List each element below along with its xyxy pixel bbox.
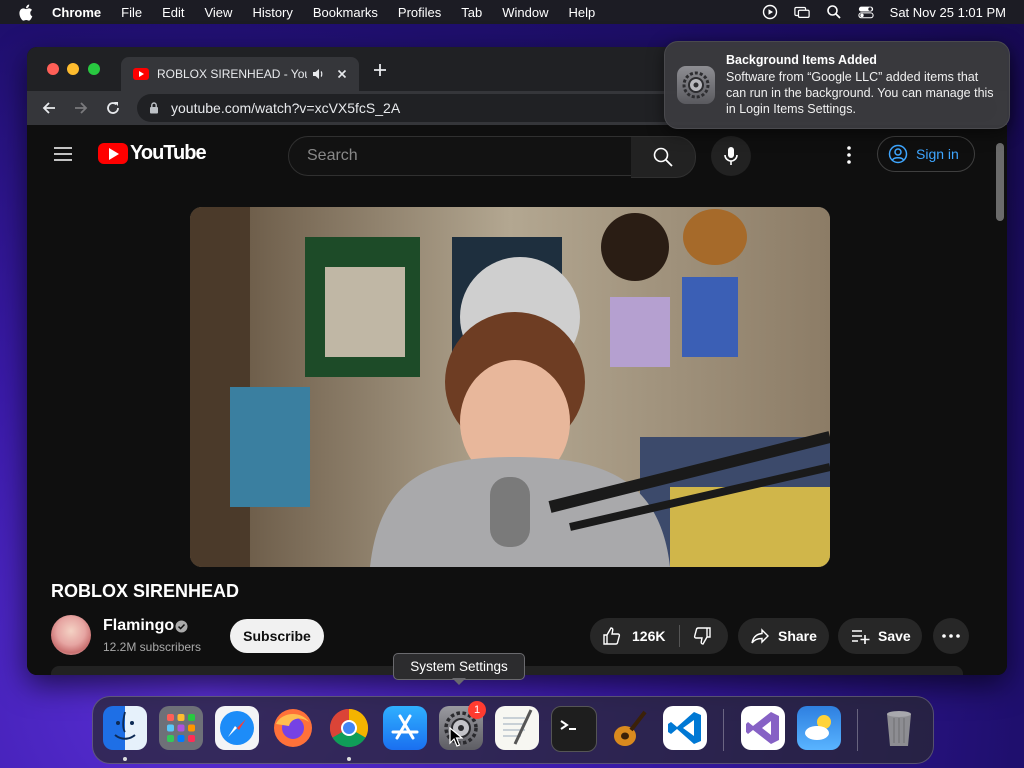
microphone-icon (724, 147, 738, 165)
voice-search-button[interactable] (711, 136, 751, 176)
channel-name[interactable]: Flamingo (103, 617, 174, 635)
menu-edit[interactable]: Edit (162, 5, 184, 20)
search-icon[interactable] (826, 4, 842, 20)
youtube-logo[interactable]: YouTube (98, 142, 207, 165)
browser-tab[interactable]: ROBLOX SIRENHEAD - You (121, 57, 359, 91)
youtube-page: YouTube Sign in (27, 125, 1007, 675)
tab-title: ROBLOX SIRENHEAD - You (157, 67, 307, 81)
textedit-icon[interactable] (495, 706, 539, 750)
video-frame (190, 207, 830, 567)
scrollbar-thumb[interactable] (996, 143, 1004, 221)
url-text[interactable]: youtube.com/watch?v=xcVX5fcS_2A (171, 100, 400, 116)
sign-in-button[interactable]: Sign in (877, 136, 975, 172)
like-divider (679, 625, 681, 647)
dock-separator (723, 709, 724, 751)
video-title: ROBLOX SIRENHEAD (51, 581, 240, 601)
menu-bar: Chrome File Edit View History Bookmarks … (0, 0, 1024, 24)
system-settings-gear-icon (677, 66, 715, 104)
account-circle-icon (888, 144, 908, 164)
notification-badge: 1 (468, 701, 486, 719)
play-circle-icon[interactable] (762, 4, 778, 20)
notification-body: Software from “Google LLC” added items t… (726, 70, 994, 116)
save-button[interactable]: Save (838, 618, 922, 654)
forward-arrow-icon[interactable] (73, 100, 89, 116)
magnifier-icon (653, 147, 673, 167)
reload-icon[interactable] (105, 100, 121, 116)
horizontal-dots-icon (942, 634, 960, 638)
verified-check-icon (175, 620, 188, 633)
finder-icon[interactable] (103, 706, 147, 750)
vertical-dots-icon (847, 146, 851, 164)
screen-mirroring-icon[interactable] (793, 4, 810, 20)
menu-app-name[interactable]: Chrome (52, 5, 101, 20)
menu-window[interactable]: Window (502, 5, 548, 20)
site-info-icon[interactable] (147, 101, 161, 115)
share-label: Share (778, 628, 817, 644)
background-items-notification[interactable]: Background Items Added Software from “Go… (664, 41, 1010, 129)
speaker-icon[interactable] (311, 67, 325, 81)
sign-in-label: Sign in (916, 146, 959, 162)
finder-running-indicator (123, 757, 127, 761)
youtube-logo-text: YouTube (130, 142, 207, 164)
back-arrow-icon[interactable] (41, 100, 57, 116)
mouse-pointer-icon (449, 726, 464, 747)
search-box (288, 136, 632, 176)
menu-file[interactable]: File (121, 5, 142, 20)
apple-menu-icon[interactable] (18, 4, 34, 21)
settings-menu-button[interactable] (839, 145, 859, 165)
dock-tooltip-tail (452, 678, 466, 685)
like-count[interactable]: 126K (632, 628, 665, 644)
more-actions-button[interactable] (933, 618, 969, 654)
terminal-icon[interactable] (551, 706, 597, 752)
menu-help[interactable]: Help (569, 5, 596, 20)
chrome-icon[interactable] (327, 706, 371, 750)
menu-bookmarks[interactable]: Bookmarks (313, 5, 378, 20)
dock (92, 696, 934, 764)
close-window-button[interactable] (47, 63, 59, 75)
new-tab-icon[interactable] (373, 63, 387, 77)
like-dislike-group: 126K (590, 618, 728, 654)
menu-history[interactable]: History (252, 5, 292, 20)
visual-studio-icon[interactable] (741, 706, 785, 750)
chrome-running-indicator (347, 757, 351, 761)
safari-icon[interactable] (215, 706, 259, 750)
menu-tab[interactable]: Tab (461, 5, 482, 20)
chrome-window: ROBLOX SIRENHEAD - You youtube.com/watch (27, 47, 1007, 675)
youtube-play-logo-icon (98, 143, 128, 164)
weather-icon[interactable] (797, 706, 841, 750)
app-store-icon[interactable] (383, 706, 427, 750)
dock-tooltip: System Settings (393, 653, 525, 680)
share-button[interactable]: Share (738, 618, 829, 654)
subscriber-count: 12.2M subscribers (103, 640, 202, 654)
close-tab-icon[interactable] (335, 67, 349, 81)
channel-avatar[interactable] (51, 615, 91, 655)
hamburger-menu-icon[interactable] (53, 146, 73, 162)
menu-profiles[interactable]: Profiles (398, 5, 441, 20)
menu-view[interactable]: View (204, 5, 232, 20)
subscribe-button[interactable]: Subscribe (230, 619, 324, 653)
zoom-window-button[interactable] (88, 63, 100, 75)
search-input[interactable] (305, 146, 609, 166)
minimize-window-button[interactable] (67, 63, 79, 75)
save-label: Save (878, 628, 911, 644)
page-scrollbar[interactable] (995, 125, 1005, 675)
like-button[interactable] (602, 626, 622, 646)
vscode-icon[interactable] (663, 706, 707, 750)
share-arrow-icon (750, 626, 770, 646)
youtube-favicon-icon (133, 68, 149, 80)
thumbs-down-icon (694, 627, 712, 645)
dislike-button[interactable] (692, 626, 712, 646)
thumbs-up-icon (603, 627, 621, 645)
search-button[interactable] (631, 136, 696, 178)
launchpad-icon[interactable] (159, 706, 203, 750)
menu-clock[interactable]: Sat Nov 25 1:01 PM (890, 5, 1006, 20)
notification-title: Background Items Added (726, 53, 877, 67)
firefox-icon[interactable] (271, 706, 315, 750)
trash-icon[interactable] (877, 706, 921, 750)
dock-separator-trash (857, 709, 858, 751)
garageband-icon[interactable] (607, 706, 651, 750)
video-player[interactable] (190, 207, 830, 567)
add-to-playlist-icon (850, 626, 870, 646)
control-center-icon[interactable] (858, 4, 874, 20)
